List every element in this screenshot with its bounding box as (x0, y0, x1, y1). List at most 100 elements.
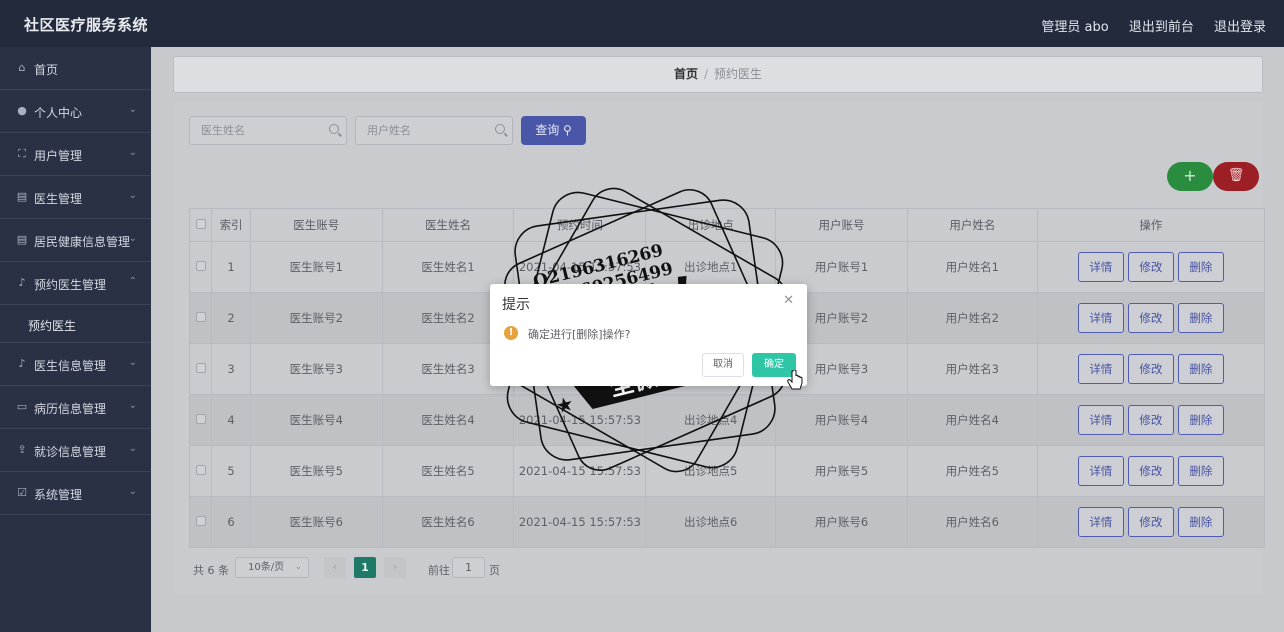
edit-button[interactable]: 修改 (1127, 405, 1174, 435)
delete-button[interactable]: 删除 (1177, 354, 1224, 384)
edit-button[interactable]: 修改 (1127, 507, 1174, 537)
edit-button[interactable]: 修改 (1127, 456, 1174, 486)
sidebar-item-label: 用户管理 (34, 149, 83, 163)
trash-icon: 🗑 (1227, 168, 1245, 183)
user-name-input[interactable] (356, 117, 476, 144)
row-checkbox[interactable] (195, 363, 206, 373)
cell-doc-acc: 医生账号5 (250, 445, 383, 497)
user-name-search[interactable] (355, 116, 513, 145)
detail-button[interactable]: 详情 (1077, 456, 1124, 486)
detail-button[interactable]: 详情 (1077, 507, 1124, 537)
chevron-down-icon: ⌄ (128, 147, 137, 158)
warning-icon: ! (504, 326, 518, 340)
sidebar-item-label: 居民健康信息管理 (34, 235, 131, 249)
row-select-cell[interactable] (188, 292, 213, 344)
row-select-cell[interactable] (188, 241, 213, 293)
delete-button[interactable]: 删除 (1177, 456, 1224, 486)
detail-button[interactable]: 详情 (1077, 303, 1124, 333)
clipboard-icon: ▤ (16, 190, 28, 203)
close-icon[interactable]: ✕ (783, 293, 794, 308)
cancel-button[interactable]: 取消 (702, 353, 744, 377)
delete-button[interactable]: 删除 (1177, 507, 1224, 537)
query-button[interactable]: 查询 ⚲ (521, 116, 586, 145)
chevron-down-icon: ⌄ (128, 233, 137, 244)
row-select-cell[interactable] (188, 445, 213, 497)
detail-button[interactable]: 详情 (1077, 252, 1124, 282)
row-checkbox[interactable] (195, 312, 206, 322)
delete-button[interactable]: 删除 (1177, 303, 1224, 333)
doctor-name-input[interactable] (190, 117, 310, 144)
select-all-cell[interactable] (188, 208, 213, 242)
row-select-cell[interactable] (188, 496, 213, 548)
dialog-title: 提示 (502, 297, 530, 313)
checkbox-icon: ☑ (17, 486, 27, 499)
cell-doc-name: 医生姓名6 (382, 496, 515, 548)
col-doctor-account: 医生账号 (249, 208, 383, 242)
cell-doc-acc: 医生账号4 (250, 394, 383, 446)
row-checkbox[interactable] (195, 465, 206, 475)
prev-page-button[interactable]: ‹ (324, 557, 346, 578)
back-to-front-link[interactable]: 退出到前台 (1129, 20, 1194, 35)
detail-button[interactable]: 详情 (1077, 405, 1124, 435)
sidebar-item[interactable]: ● 个人中心 ⌄ (0, 90, 151, 133)
goto-label: 前往 (428, 564, 450, 577)
goto-page-input[interactable]: 1 (452, 557, 485, 578)
breadcrumb: 首页 / 预约医生 (173, 56, 1263, 93)
sidebar-item[interactable]: ⌂ 首页 (0, 47, 151, 90)
edit-button[interactable]: 修改 (1127, 303, 1174, 333)
delete-button[interactable]: 删除 (1177, 252, 1224, 282)
edit-button[interactable]: 修改 (1127, 252, 1174, 282)
row-checkbox[interactable] (195, 414, 206, 424)
row-select-cell[interactable] (188, 343, 213, 395)
logout-link[interactable]: 退出登录 (1214, 20, 1266, 35)
cell-index: 4 (211, 394, 251, 446)
sidebar: ⌂ 首页 ● 个人中心 ⌄ ⛶ 用户管理 ⌄ ▤ 医生管理 ⌄ ▤ 居民健康信息管理 ⌄ ♪ 预约医生管理 ⌃ 预… (0, 47, 151, 632)
doctor-name-search[interactable] (189, 116, 347, 145)
microphone-icon: ♪ (18, 276, 26, 289)
row-checkbox[interactable] (195, 516, 206, 526)
current-user[interactable]: 管理员 abo (1041, 20, 1108, 35)
sidebar-item[interactable]: ▤ 居民健康信息管理 ⌄ (0, 219, 151, 262)
delete-button[interactable]: 删除 (1177, 405, 1224, 435)
sidebar-item[interactable]: ☑ 系统管理 ⌄ (0, 472, 151, 515)
batch-delete-button[interactable]: 🗑 (1213, 162, 1259, 191)
user-icon: ● (17, 104, 27, 117)
cell-user-name: 用户姓名1 (907, 241, 1038, 293)
svg-text:★: ★ (553, 391, 576, 419)
chevron-up-icon: ⌃ (128, 276, 137, 287)
row-checkbox[interactable] (195, 261, 206, 271)
next-page-button[interactable]: › (384, 557, 406, 578)
sidebar-item[interactable]: ♪ 预约医生管理 ⌃ (0, 262, 151, 305)
cell-doc-name: 医生姓名5 (382, 445, 515, 497)
chevron-down-icon: ⌄ (128, 443, 137, 454)
chevron-down-icon: ⌄ (128, 104, 137, 115)
sidebar-item[interactable]: ♪ 医生信息管理 ⌄ (0, 343, 151, 386)
sidebar-item-label: 病历信息管理 (34, 402, 107, 416)
app-title: 社区医疗服务系统 (24, 16, 149, 34)
detail-button[interactable]: 详情 (1077, 354, 1124, 384)
cell-doc-acc: 医生账号1 (250, 241, 383, 293)
table-row: 6 医生账号6 医生姓名6 2021-04-15 15:57:53 出诊地点6 用户账号6… (188, 496, 1266, 548)
add-button[interactable]: + (1167, 162, 1213, 191)
cell-index: 3 (211, 343, 251, 395)
cell-user-name: 用户姓名2 (907, 292, 1038, 344)
sidebar-subitem-appointment[interactable]: 预约医生 (0, 305, 151, 343)
col-user-name: 用户姓名 (906, 208, 1038, 242)
sidebar-item[interactable]: ⛶ 用户管理 ⌄ (0, 133, 151, 176)
query-label: 查询 (535, 123, 560, 137)
cell-user-name: 用户姓名4 (907, 394, 1038, 446)
sidebar-item[interactable]: ▤ 医生管理 ⌄ (0, 176, 151, 219)
page-size-select[interactable]: 10条/页 ⌄ (235, 557, 309, 578)
col-doctor-name: 医生姓名 (381, 208, 515, 242)
page-1-button[interactable]: 1 (354, 557, 376, 578)
breadcrumb-home[interactable]: 首页 (674, 67, 698, 81)
row-select-cell[interactable] (188, 394, 213, 446)
row-actions: 详情 修改 删除 (1037, 292, 1266, 344)
edit-button[interactable]: 修改 (1127, 354, 1174, 384)
select-all-checkbox[interactable] (195, 219, 206, 229)
microphone-icon: ♪ (18, 357, 26, 370)
sidebar-item[interactable]: ▭ 病历信息管理 ⌄ (0, 386, 151, 429)
sidebar-item[interactable]: ⇪ 就诊信息管理 ⌄ (0, 429, 151, 472)
cell-user-name: 用户姓名6 (907, 496, 1038, 548)
row-actions: 详情 修改 删除 (1037, 394, 1266, 446)
